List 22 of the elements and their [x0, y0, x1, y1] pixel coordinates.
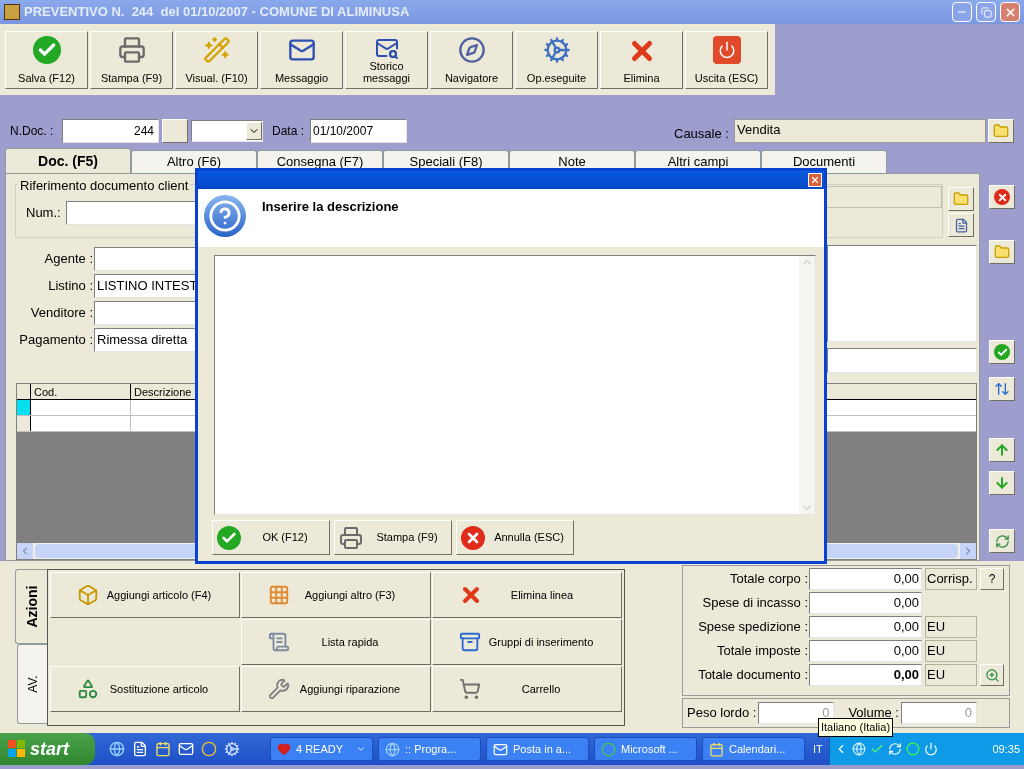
- data-label: Data :: [272, 122, 305, 140]
- causale-label: Causale :: [674, 124, 730, 143]
- field-label: Pagamento :: [18, 331, 94, 350]
- total-label: Totale imposte :: [715, 642, 809, 661]
- clock: 09:35: [992, 741, 1020, 757]
- total-label: Totale documento :: [697, 666, 809, 685]
- num-label: Num.:: [26, 204, 62, 223]
- unit-field: EU: [925, 664, 977, 686]
- total-label: Totale corpo :: [728, 570, 809, 589]
- field-label: Agente :: [43, 250, 94, 269]
- total-label: Spese spedizione :: [697, 618, 809, 637]
- ndoc-label: N.Doc. :: [10, 122, 55, 140]
- total-label: Spese di incasso :: [701, 594, 809, 613]
- unit-field: Corrisp.: [925, 568, 977, 590]
- unit-field: EU: [925, 616, 977, 638]
- unit-field: EU: [925, 640, 977, 662]
- window-title: PREVENTIVO N. 244 del 01/10/2007 - COMUNE DI ALIMINUSA: [24, 3, 411, 22]
- field-label: Listino :: [47, 277, 94, 296]
- dialog-message: Inserire la descrizione: [262, 198, 399, 216]
- tooltip: Italiano (Italia): [818, 718, 894, 737]
- field-label: Venditore :: [29, 304, 94, 323]
- weight-label: Peso lordo :: [687, 704, 758, 723]
